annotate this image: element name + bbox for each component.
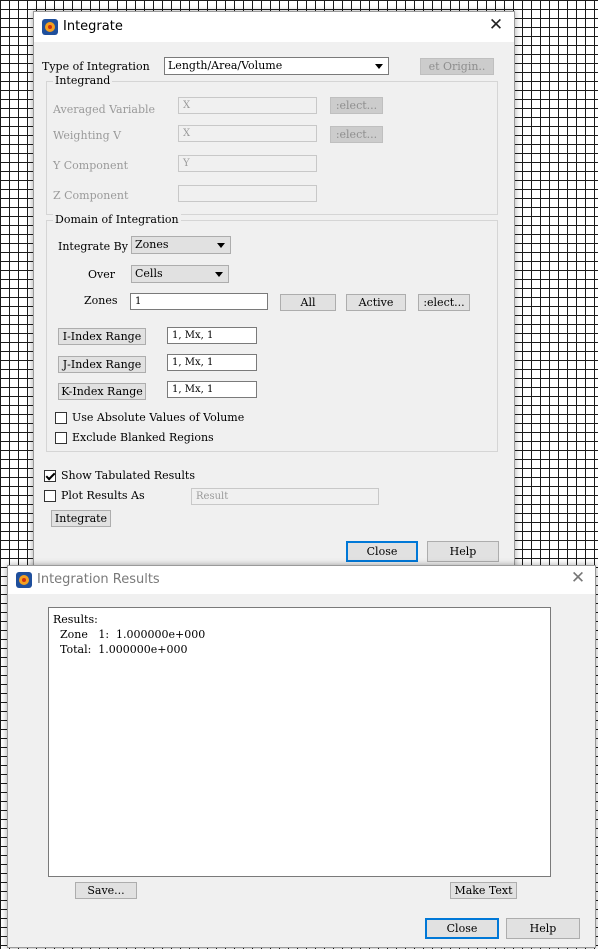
integrand-legend: Integrand [53, 74, 113, 87]
make-text-button[interactable]: Make Text [450, 882, 517, 899]
tecplot-app-icon [16, 572, 32, 588]
integrate-by-value: Zones [135, 238, 169, 251]
weighting-variable-select-button[interactable]: :elect... [330, 126, 383, 143]
exclude-blanked-label: Exclude Blanked Regions [72, 431, 214, 444]
zones-field[interactable]: 1 [130, 293, 268, 310]
show-tabulated-checkbox[interactable] [44, 470, 56, 482]
z-component-field[interactable] [178, 185, 317, 202]
zones-select-button[interactable]: :elect... [418, 294, 470, 311]
integrate-title: Integrate [63, 19, 123, 34]
results-title: Integration Results [37, 572, 160, 587]
averaged-variable-label: Averaged Variable [53, 103, 156, 116]
integrate-button[interactable]: Integrate [51, 510, 111, 527]
integrate-by-label: Integrate By [58, 240, 128, 253]
k-index-range-button[interactable]: K-Index Range [58, 383, 146, 400]
save-button[interactable]: Save... [75, 882, 137, 899]
averaged-variable-field[interactable]: X [178, 97, 317, 114]
results-close-button[interactable]: Close [425, 918, 499, 939]
j-index-range-field[interactable]: 1, Mx, 1 [167, 354, 257, 371]
results-text-area[interactable]: Results: Zone 1: 1.000000e+000 Total: 1.… [48, 607, 551, 877]
chevron-down-icon [215, 272, 223, 277]
type-of-integration-label: Type of Integration [42, 60, 150, 73]
plot-results-checkbox[interactable] [44, 490, 56, 502]
over-dropdown[interactable]: Cells [131, 265, 229, 283]
absolute-values-checkbox[interactable] [55, 412, 67, 424]
results-titlebar[interactable]: Integration Results ✕ [8, 566, 595, 594]
i-index-range-field[interactable]: 1, Mx, 1 [167, 327, 257, 344]
y-component-label: Y Component [53, 159, 128, 172]
over-label: Over [88, 268, 116, 281]
weighting-variable-label: Weighting V [53, 129, 122, 142]
domain-legend: Domain of Integration [53, 213, 181, 226]
checkmark-icon [45, 470, 56, 481]
plot-results-field[interactable]: Result [191, 488, 379, 505]
zones-active-button[interactable]: Active [346, 294, 406, 311]
tecplot-app-icon [42, 19, 58, 35]
z-component-label: Z Component [53, 189, 129, 202]
set-origin-button[interactable]: et Origin.. [420, 58, 494, 75]
plot-results-label: Plot Results As [61, 489, 145, 502]
y-component-field[interactable]: Y [178, 155, 317, 172]
integrate-titlebar[interactable]: Integrate ✕ [34, 12, 514, 42]
i-index-range-button[interactable]: I-Index Range [58, 328, 146, 345]
close-icon[interactable]: ✕ [482, 15, 510, 35]
type-of-integration-value: Length/Area/Volume [168, 59, 283, 72]
exclude-blanked-checkbox[interactable] [55, 432, 67, 444]
close-icon[interactable]: ✕ [564, 568, 592, 588]
j-index-range-button[interactable]: J-Index Range [58, 356, 146, 373]
integrate-close-button[interactable]: Close [346, 541, 418, 562]
integrate-help-button[interactable]: Help [427, 541, 499, 562]
integration-results-dialog: Integration Results ✕ Results: Zone 1: 1… [7, 565, 596, 948]
zones-label: Zones [84, 294, 118, 307]
chevron-down-icon [375, 64, 383, 69]
show-tabulated-label: Show Tabulated Results [61, 469, 195, 482]
chevron-down-icon [217, 243, 225, 248]
zones-all-button[interactable]: All [280, 294, 336, 311]
absolute-values-label: Use Absolute Values of Volume [72, 411, 245, 424]
weighting-variable-field[interactable]: X [178, 125, 317, 142]
over-value: Cells [135, 267, 163, 280]
type-of-integration-dropdown[interactable]: Length/Area/Volume [164, 57, 389, 75]
integrate-by-dropdown[interactable]: Zones [131, 236, 231, 254]
k-index-range-field[interactable]: 1, Mx, 1 [167, 381, 257, 398]
results-help-button[interactable]: Help [506, 918, 580, 939]
averaged-variable-select-button[interactable]: :elect... [330, 97, 383, 114]
integrate-dialog: Integrate ✕ Type of Integration Length/A… [33, 11, 515, 573]
